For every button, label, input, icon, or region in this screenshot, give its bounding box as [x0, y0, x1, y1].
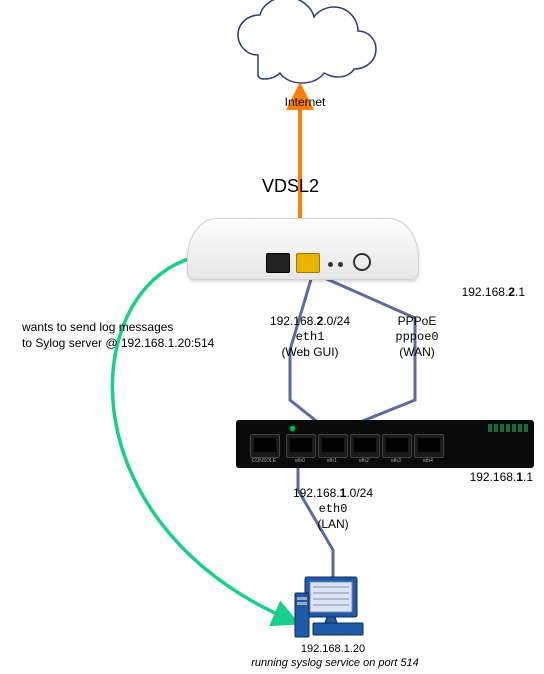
er-port-eth0	[286, 434, 316, 458]
syslog-note: wants to send log messages to Sylog serv…	[22, 320, 242, 351]
workstation-caption: running syslog service on port 514	[220, 656, 450, 670]
eth0-subnet: 192.168.1.0/24	[283, 486, 383, 502]
er-port-eth1	[318, 434, 348, 458]
edgerouter-logo-icon	[488, 424, 528, 432]
er-port-eth4	[414, 434, 444, 458]
er-port-label: CONSOLE	[250, 458, 278, 464]
eth0-role: (LAN)	[283, 517, 383, 533]
eth1-block: 192.168.2.0/24 eth1 (Web GUI)	[260, 314, 360, 361]
modem-ip-label: 192.168.2.1	[430, 285, 525, 301]
syslog-note-line2: to Sylog server @ 192.168.1.20:514	[22, 336, 242, 352]
workstation-device	[293, 575, 373, 645]
pppoe-block: PPPoE pppoe0 (WAN)	[382, 314, 452, 361]
modem-power-icon	[353, 253, 371, 271]
eth0-block: 192.168.1.0/24 eth0 (LAN)	[283, 486, 383, 533]
syslog-note-line1: wants to send log messages	[22, 320, 242, 336]
edgerouter-device: CONSOLE eth0 eth1 eth2 eth3 eth4	[236, 420, 534, 468]
modem-port-yellow	[296, 253, 320, 273]
router-ip-label: 192.168.1.1	[438, 470, 533, 486]
er-led-icon	[290, 426, 295, 431]
pppoe-proto: PPPoE	[382, 314, 452, 330]
eth1-iface: eth1	[260, 330, 360, 346]
eth1-subnet: 192.168.2.0/24	[260, 314, 360, 330]
pppoe-role: (WAN)	[382, 345, 452, 361]
er-port-label: eth4	[414, 458, 442, 464]
modem-port-dark	[266, 253, 290, 273]
er-port-console	[250, 434, 280, 458]
eth0-iface: eth0	[283, 502, 383, 518]
er-port-eth2	[350, 434, 380, 458]
workstation-ip: 192.168.1.20	[283, 642, 383, 656]
er-port-label: eth1	[318, 458, 346, 464]
er-port-label: eth3	[382, 458, 410, 464]
modem-led-icon	[338, 262, 343, 267]
eth1-role: (Web GUI)	[260, 345, 360, 361]
er-port-label: eth0	[286, 458, 314, 464]
er-port-eth3	[382, 434, 412, 458]
pppoe-iface: pppoe0	[382, 330, 452, 346]
modem-device	[187, 218, 419, 280]
link-type-label: VDSL2	[262, 175, 319, 198]
modem-led-icon	[328, 262, 333, 267]
internet-label: Internet	[280, 95, 330, 111]
er-port-label: eth2	[350, 458, 378, 464]
